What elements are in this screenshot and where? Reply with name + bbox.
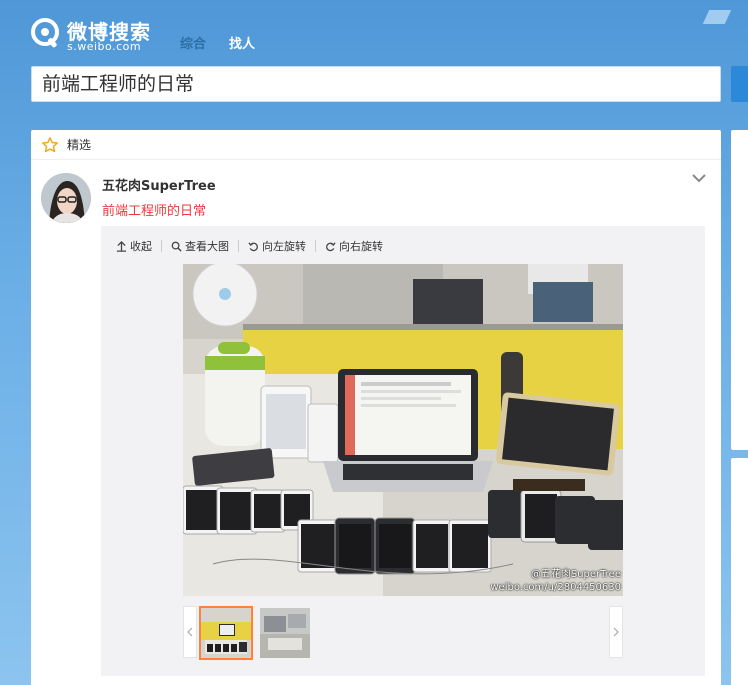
- watermark-handle: @五花肉SuperTree: [530, 569, 621, 580]
- collapse-button[interactable]: 收起: [116, 238, 152, 254]
- photo-watermark: @五花肉SuperTree weibo.com/u/2804450630: [490, 568, 621, 594]
- magnifier-icon: [171, 241, 182, 252]
- rotate-right-button[interactable]: 向右旋转: [325, 238, 383, 254]
- logo-subtitle: s.weibo.com: [67, 40, 142, 53]
- thumbnail-image: [201, 608, 251, 658]
- media-panel: 收起 查看大图 向左旋转 向右旋转 @五花肉SuperTree weibo.co…: [101, 226, 705, 676]
- tab-find-people[interactable]: 找人: [229, 33, 255, 52]
- post-text[interactable]: 前端工程师的日常: [102, 200, 206, 219]
- view-large-button[interactable]: 查看大图: [171, 238, 229, 254]
- search-input[interactable]: 前端工程师的日常: [31, 66, 721, 102]
- thumb-next-button[interactable]: [609, 606, 623, 658]
- thumbnail-strip: [183, 606, 623, 660]
- weibo-logo-icon: [31, 18, 59, 48]
- sidebar-card-secondary: [731, 458, 748, 685]
- arrow-up-icon: [116, 240, 127, 252]
- watermark-url: weibo.com/u/2804450630: [490, 582, 621, 593]
- toolbar-divider: [315, 240, 316, 252]
- rotate-right-icon: [326, 241, 336, 251]
- author-name[interactable]: 五花肉SuperTree: [102, 175, 216, 194]
- thumbnail-1[interactable]: [199, 606, 253, 660]
- image-toolbar: 收起 查看大图 向左旋转 向右旋转: [116, 236, 383, 256]
- chevron-right-icon: [613, 627, 619, 637]
- rotate-right-label: 向右旋转: [339, 240, 383, 253]
- decorative-corner-shape: [702, 10, 732, 24]
- star-icon: [42, 136, 58, 152]
- post-photo[interactable]: @五花肉SuperTree weibo.com/u/2804450630: [183, 264, 623, 596]
- rotate-left-icon: [248, 241, 258, 251]
- chevron-down-icon[interactable]: [691, 170, 707, 186]
- card-header: 精选: [31, 130, 721, 160]
- rotate-left-button[interactable]: 向左旋转: [248, 238, 306, 254]
- thumbnail-image: [260, 608, 310, 658]
- rotate-left-label: 向左旋转: [262, 240, 306, 253]
- view-large-label: 查看大图: [185, 240, 229, 253]
- weibo-search-logo[interactable]: 微博搜索 s.weibo.com: [31, 14, 181, 56]
- thumbnail-2[interactable]: [260, 608, 310, 658]
- thumb-prev-button[interactable]: [183, 606, 197, 658]
- tab-comprehensive[interactable]: 综合: [180, 33, 206, 52]
- toolbar-divider: [238, 240, 239, 252]
- search-button[interactable]: [731, 66, 748, 102]
- collapse-label: 收起: [130, 240, 152, 253]
- avatar[interactable]: [41, 173, 91, 223]
- chevron-left-icon: [187, 627, 193, 637]
- card-heading: 精选: [67, 138, 92, 152]
- sidebar-card: [731, 130, 748, 450]
- desk-photo-illustration: [183, 264, 623, 596]
- toolbar-divider: [161, 240, 162, 252]
- featured-card: 精选 五花肉SuperTree 前端工程师的日常 收起 查看大图 向左旋转 向右…: [31, 130, 721, 685]
